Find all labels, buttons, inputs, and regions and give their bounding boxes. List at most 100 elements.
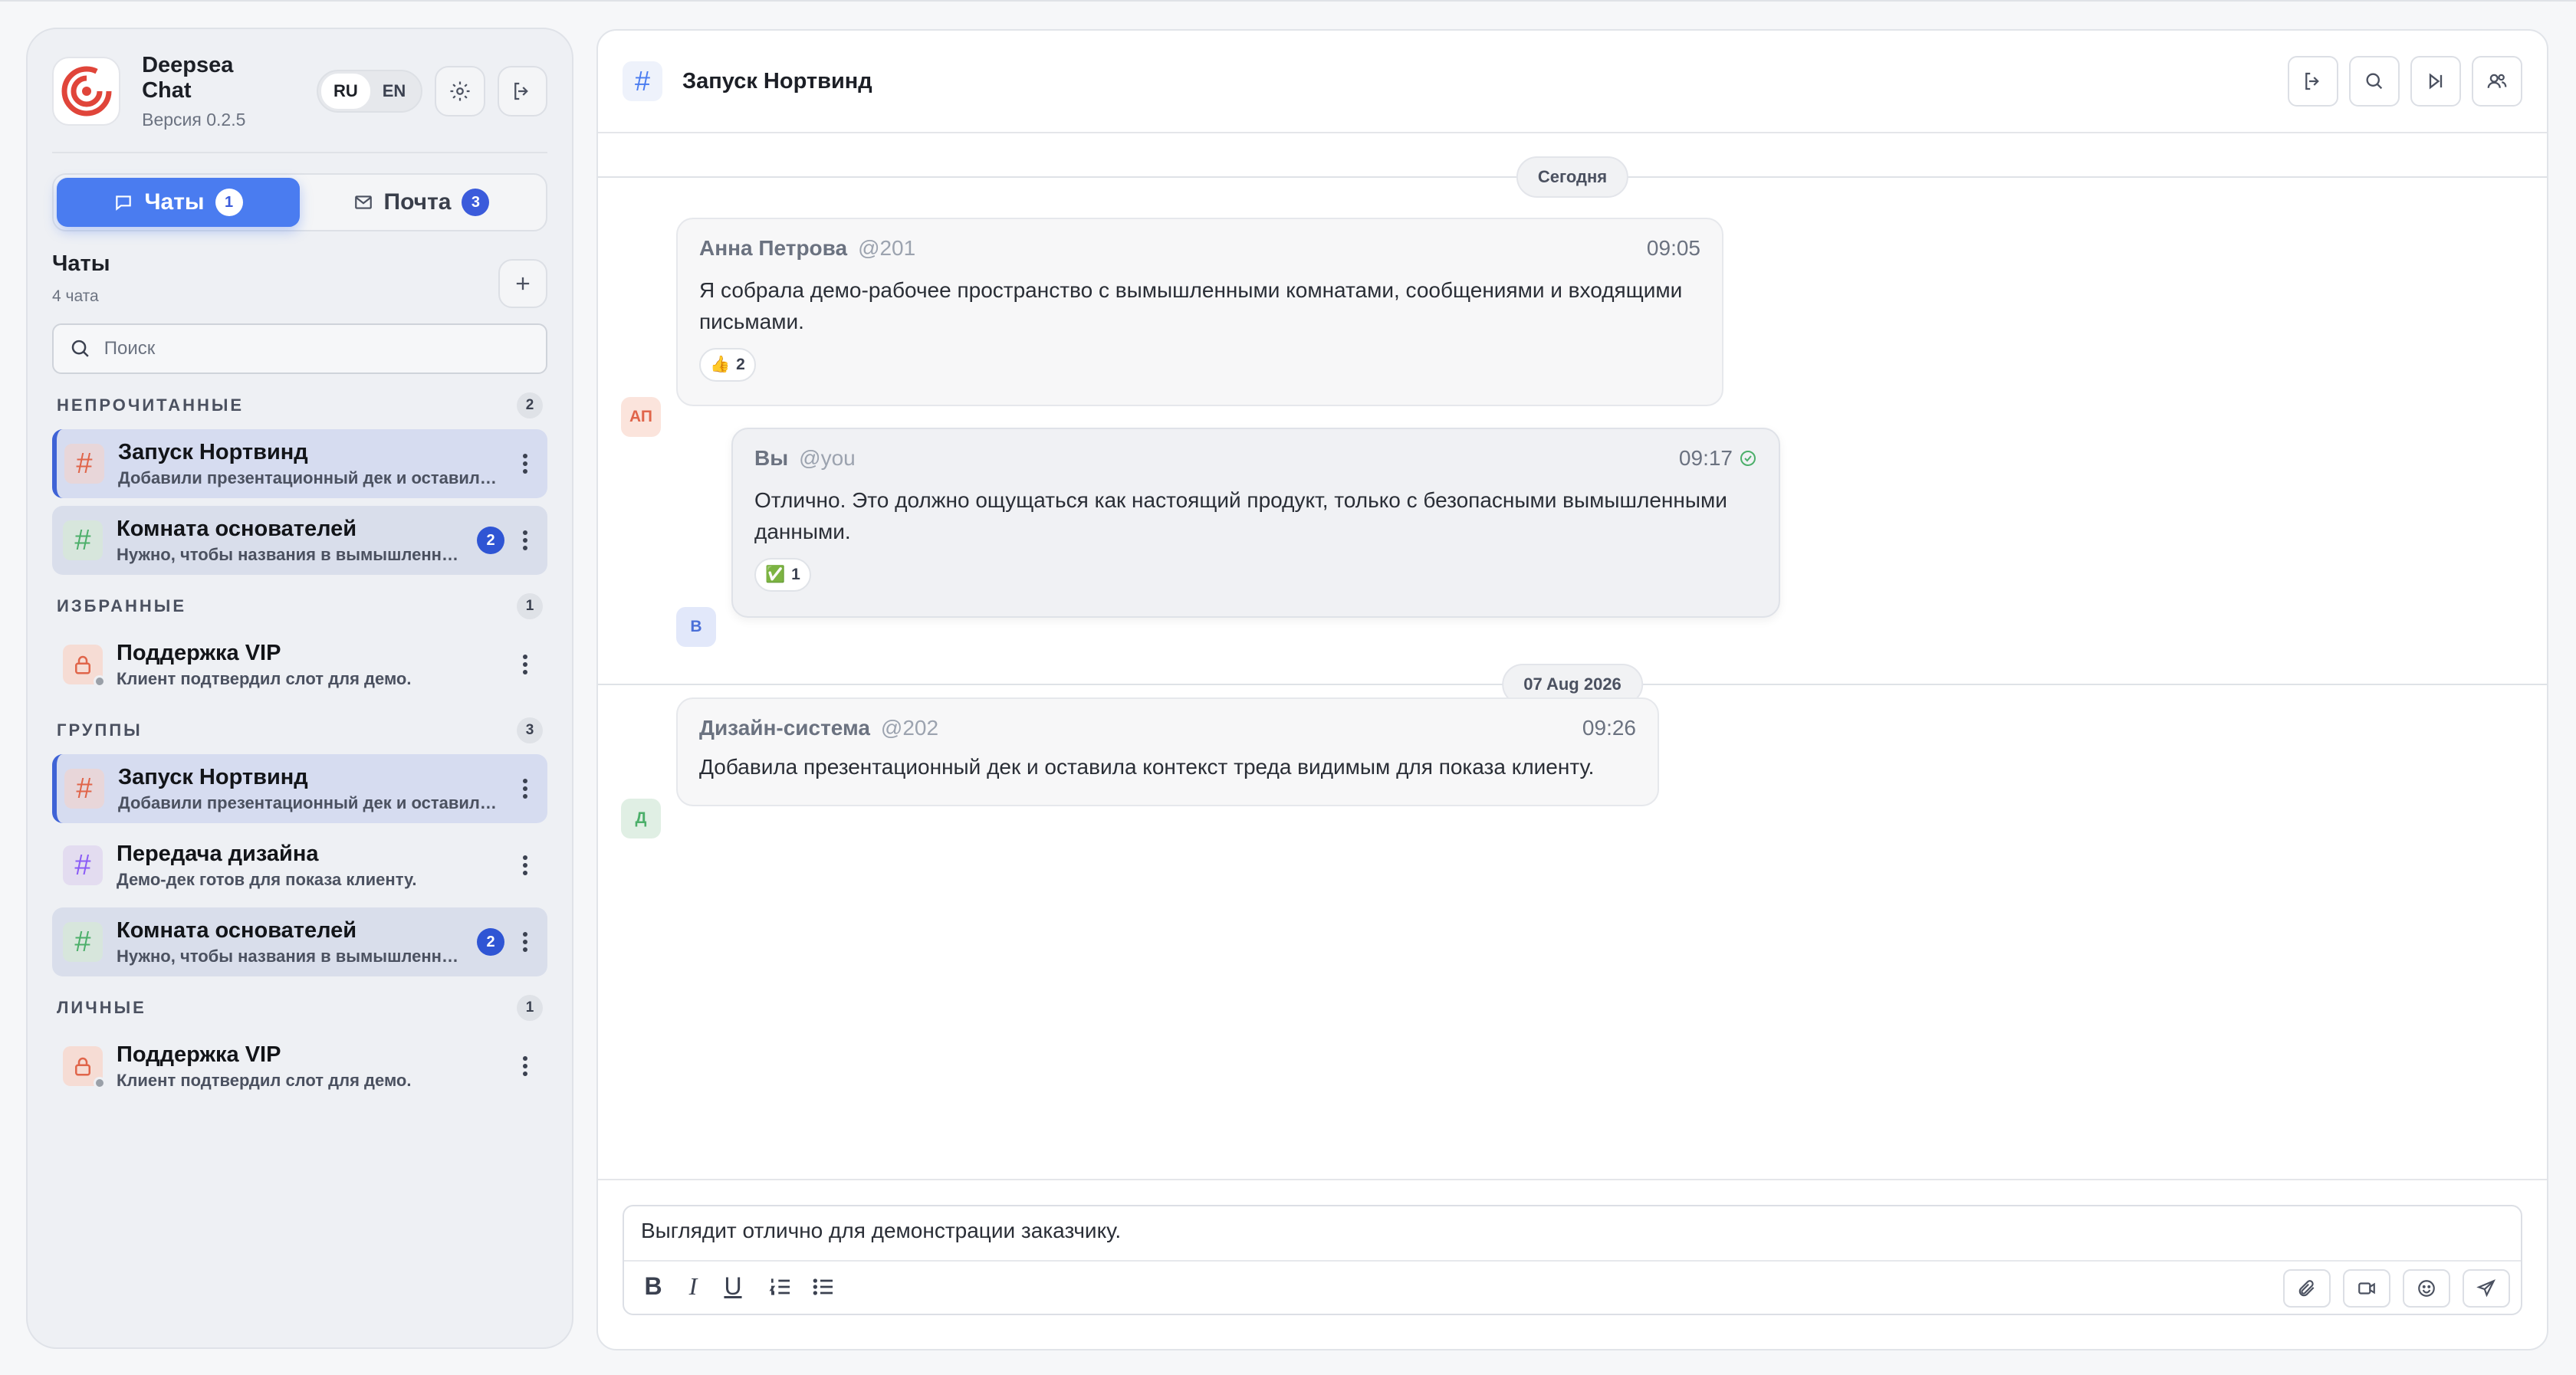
more-options-button[interactable] (514, 525, 537, 556)
read-check-icon (1740, 451, 1756, 466)
section-unread-header[interactable]: НЕПРОЧИТАННЫЕ 2 (52, 392, 547, 418)
chat-item-design-handoff[interactable]: # Передача дизайна Демо-дек готов для по… (52, 831, 547, 900)
tab-mail[interactable]: Почта 3 (300, 178, 543, 227)
message-author: Дизайн-система (699, 716, 870, 740)
section-personal-header[interactable]: ЛИЧНЫЕ 1 (52, 995, 547, 1021)
tab-chats[interactable]: Чаты 1 (57, 178, 300, 227)
chat-item-founders-room[interactable]: # Комната основателей Нужно, чтобы назва… (52, 506, 547, 575)
channel-hash-icon: # (64, 444, 104, 484)
kebab-icon (523, 655, 527, 674)
skip-to-latest-button[interactable] (2410, 56, 2461, 107)
channel-hash-icon: # (63, 922, 103, 962)
avatar: В (676, 607, 716, 647)
message-author: Вы (754, 446, 789, 470)
chat-item-founders-room[interactable]: # Комната основателей Нужно, чтобы назва… (52, 907, 547, 976)
chat-name: Комната основателей (117, 516, 357, 541)
video-call-button[interactable] (2343, 1269, 2390, 1308)
app-name: Deepsea Chat (142, 52, 234, 103)
more-options-button[interactable] (514, 649, 537, 680)
emoji-button[interactable] (2403, 1269, 2450, 1308)
search-icon (2366, 73, 2383, 90)
underline-button[interactable]: U (722, 1272, 744, 1301)
search-icon (71, 340, 89, 357)
chat-item-vip-support[interactable]: Поддержка VIP Клиент подтвердил слот для… (52, 630, 547, 699)
message-composer: Выглядит отлично для демонстрации заказч… (623, 1205, 2522, 1315)
unread-badge: 2 (477, 527, 504, 554)
message-bubble-own: Вы @you 09:17 Отлично. Это должно ощущат… (731, 428, 1780, 618)
format-toolbar: B I U (642, 1272, 836, 1301)
composer-divider (624, 1260, 2521, 1262)
chat-header: # Запуск Нортвинд (598, 31, 2547, 133)
chat-preview: Добавили презентационный дек и оставили … (118, 793, 504, 812)
bold-button[interactable]: B (642, 1272, 664, 1301)
more-options-button[interactable] (514, 1051, 537, 1081)
plus-icon (516, 277, 530, 290)
app-logo (52, 57, 121, 126)
bullet-list-icon[interactable] (811, 1275, 836, 1299)
reaction-chip[interactable]: ✅ 1 (754, 558, 811, 592)
top-border (0, 0, 2576, 2)
tab-mail-badge: 3 (462, 189, 490, 216)
chat-preview: Добавили презентационный дек и оставили … (118, 468, 504, 487)
date-separator-today: Сегодня (1516, 156, 1629, 198)
logout-button[interactable] (497, 66, 547, 116)
new-chat-button[interactable] (498, 259, 547, 308)
message-input[interactable]: Выглядит отлично для демонстрации заказч… (641, 1219, 1121, 1243)
chat-preview: Клиент подтвердил слот для демо. (117, 668, 412, 688)
kebab-icon (523, 530, 527, 550)
section-label: ИЗБРАННЫЕ (57, 596, 187, 615)
ordered-list-icon[interactable] (768, 1275, 793, 1299)
leave-room-button[interactable] (2288, 56, 2338, 107)
send-button[interactable] (2463, 1269, 2510, 1308)
message-text: Отлично. Это должно ощущаться как настоя… (754, 488, 1727, 543)
chat-bubble-icon (116, 195, 132, 211)
section-favorites-header[interactable]: ИЗБРАННЫЕ 1 (52, 593, 547, 619)
members-button[interactable] (2472, 56, 2522, 107)
presence-dot (94, 675, 106, 688)
reaction-count: 2 (736, 356, 745, 373)
search-messages-button[interactable] (2349, 56, 2400, 107)
message-handle: @201 (858, 236, 916, 260)
reaction-chip[interactable]: 👍 2 (699, 348, 756, 382)
chats-header: Чаты 4 чата (52, 251, 547, 308)
smile-icon (2418, 1280, 2435, 1297)
settings-button[interactable] (435, 66, 485, 116)
message-time: 09:17 (1678, 446, 1733, 470)
kebab-icon (523, 779, 527, 799)
brand-header: Deepsea Chat Версия 0.2.5 RU EN (52, 52, 547, 130)
message-author: Анна Петрова (699, 236, 848, 260)
message-feed: Сегодня АП Анна Петрова @201 09:05 Я соб… (598, 133, 2547, 1183)
app-version: Версия 0.2.5 (142, 109, 246, 130)
section-label: НЕПРОЧИТАННЫЕ (57, 395, 245, 415)
sidebar: Deepsea Chat Версия 0.2.5 RU EN Чаты 1 П… (26, 28, 573, 1349)
attach-button[interactable] (2283, 1269, 2331, 1308)
chat-item-vip-support[interactable]: Поддержка VIP Клиент подтвердил слот для… (52, 1032, 547, 1101)
section-label: ГРУППЫ (57, 720, 143, 740)
chat-name: Поддержка VIP (117, 640, 281, 665)
mode-tabs: Чаты 1 Почта 3 (52, 173, 547, 231)
lock-icon (63, 645, 106, 688)
channel-hash-icon: # (64, 769, 104, 809)
avatar: АП (621, 397, 661, 437)
message-handle: @202 (880, 716, 939, 740)
section-groups-header[interactable]: ГРУППЫ 3 (52, 717, 547, 743)
more-options-button[interactable] (514, 773, 537, 804)
more-options-button[interactable] (514, 448, 537, 479)
channel-hash-icon: # (63, 845, 103, 885)
message-bubble: Дизайн-система @202 09:26 Добавила презе… (676, 697, 1659, 806)
tab-chats-label: Чаты (144, 189, 205, 215)
chat-item-northwind-launch[interactable]: # Запуск Нортвинд Добавили презентационн… (52, 429, 547, 498)
section-count: 1 (517, 995, 543, 1021)
search-box (52, 323, 547, 374)
search-input[interactable] (104, 338, 531, 359)
avatar: Д (621, 799, 661, 838)
lang-ru-button[interactable]: RU (320, 74, 370, 109)
lang-en-button[interactable]: EN (370, 74, 419, 109)
italic-button[interactable]: I (682, 1272, 704, 1301)
chat-name: Передача дизайна (117, 841, 319, 866)
logout-icon (2305, 72, 2319, 90)
chats-count: 4 чата (52, 287, 99, 305)
more-options-button[interactable] (514, 850, 537, 881)
more-options-button[interactable] (514, 927, 537, 957)
chat-item-northwind-launch[interactable]: # Запуск Нортвинд Добавили презентационн… (52, 754, 547, 823)
